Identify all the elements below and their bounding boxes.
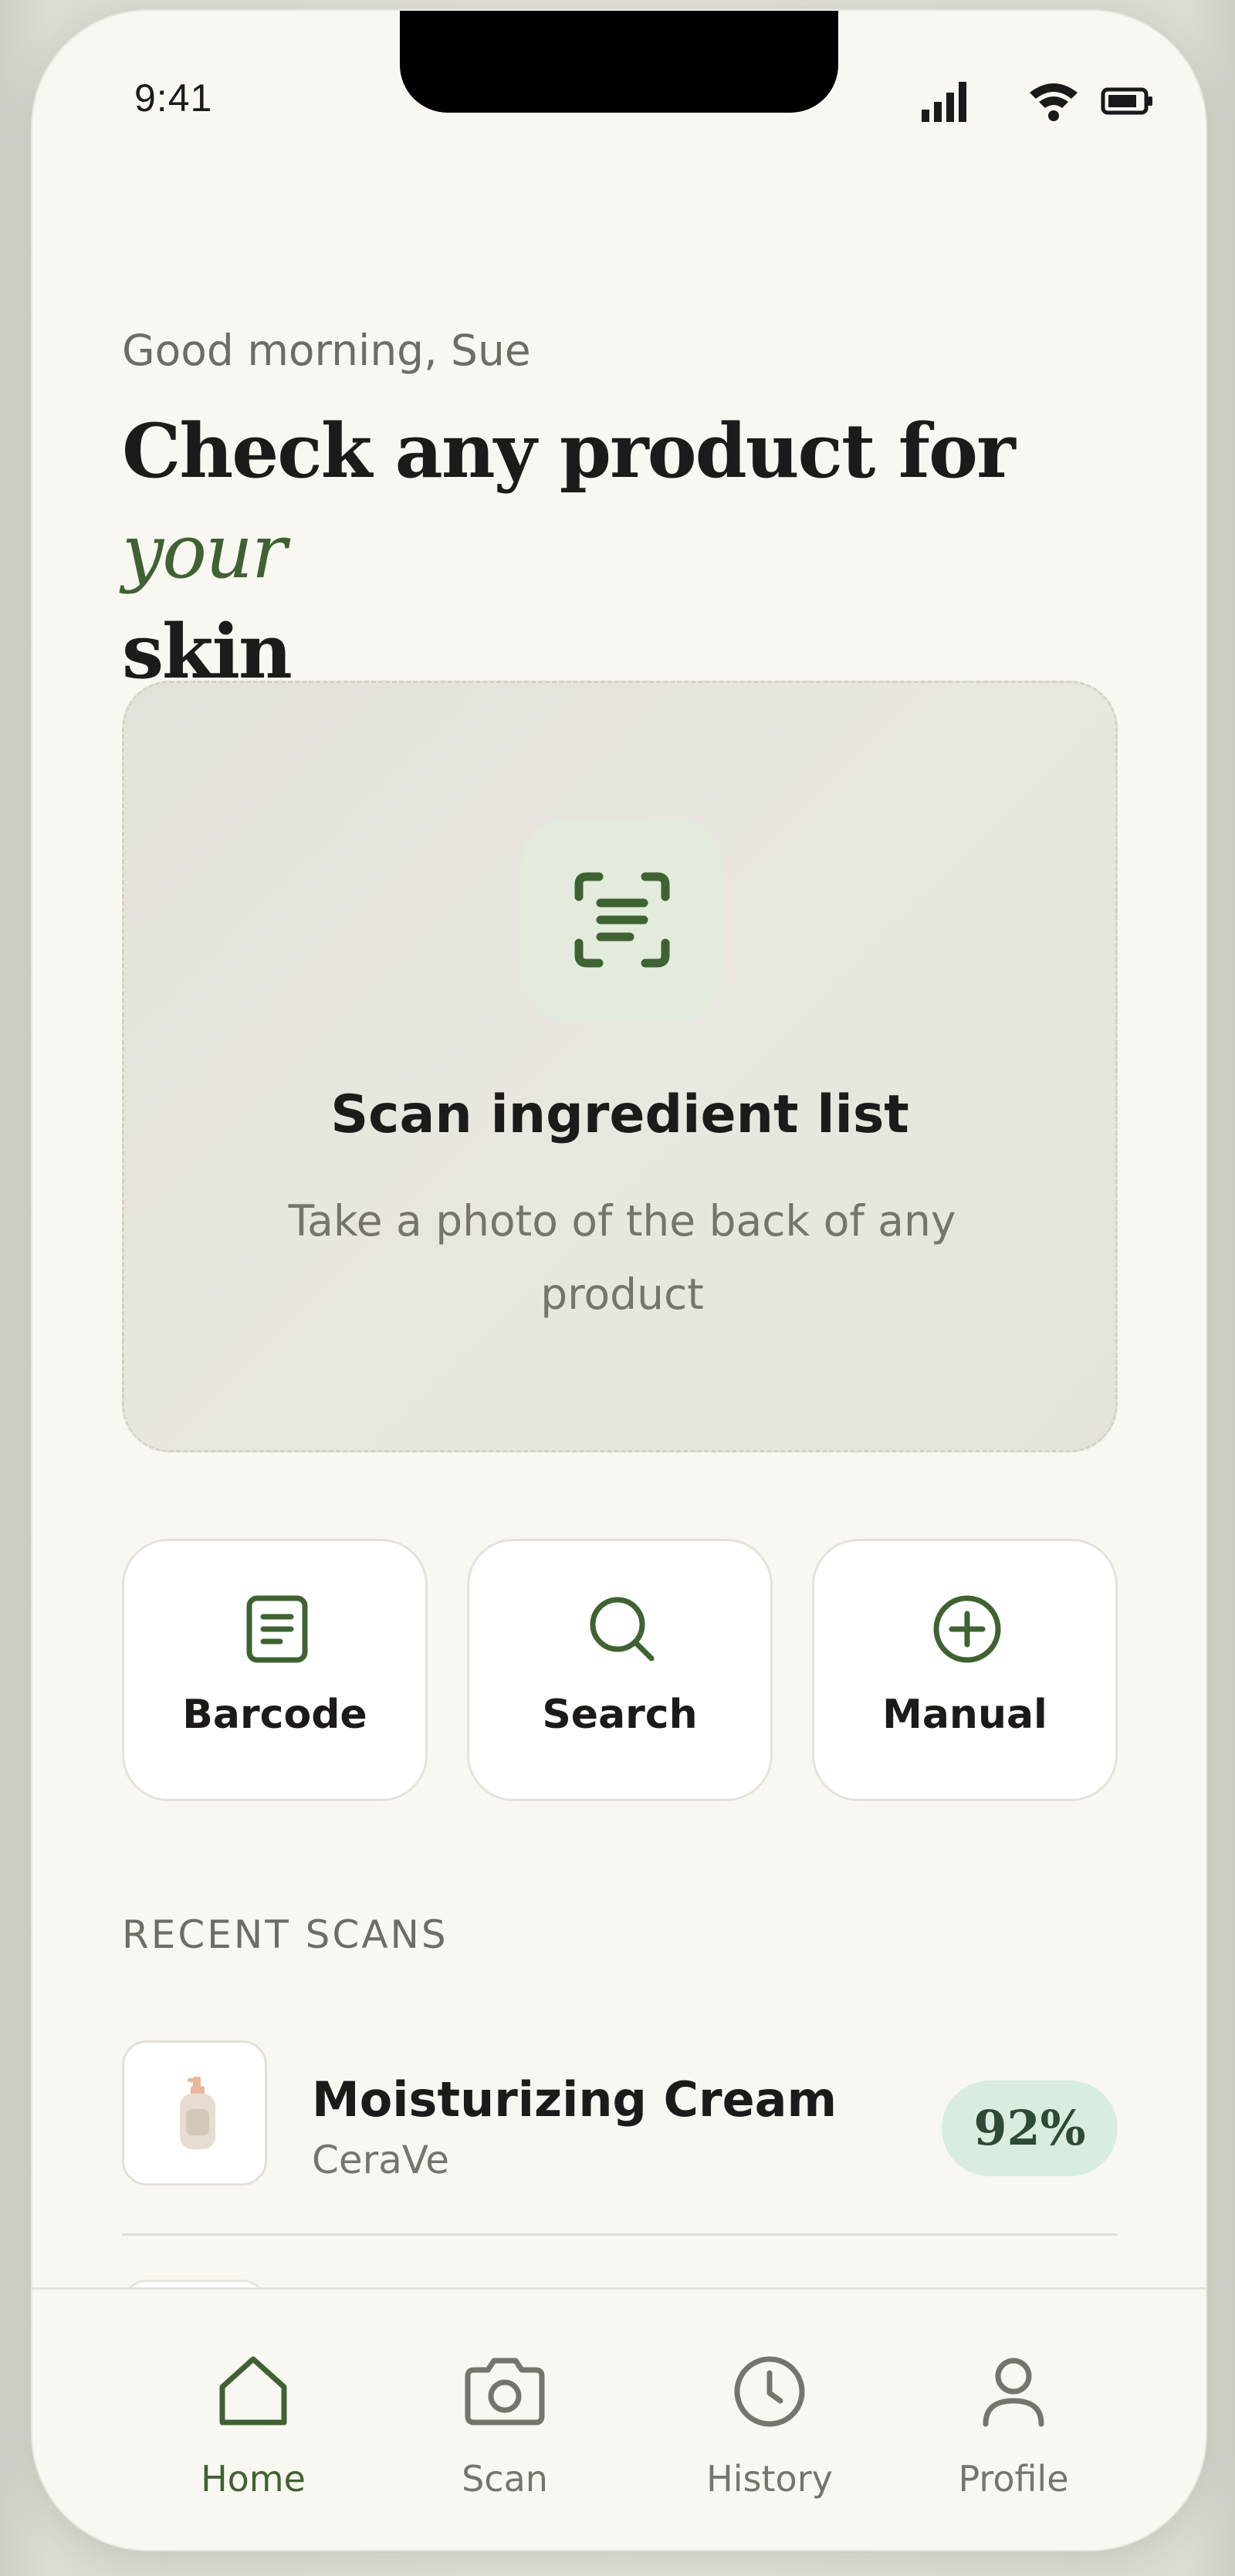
greeting-text: Good morning, Sue: [122, 326, 531, 375]
list-divider: [122, 2233, 1118, 2236]
headline-start: Check any product for: [122, 407, 1016, 495]
barcode-document-icon: [246, 1595, 308, 1663]
scan-card-title: Scan ingredient list: [330, 1084, 909, 1145]
product-name: Moisturizing Cream: [312, 2071, 837, 2128]
clock-icon: [734, 2356, 805, 2427]
manual-button[interactable]: Manual: [812, 1539, 1118, 1801]
headline-accent: your: [122, 509, 287, 595]
search-button-label: Search: [542, 1692, 698, 1738]
scan-ingredient-card[interactable]: Scan ingredient list Take a photo of the…: [122, 681, 1118, 1452]
scan-icon-container: [521, 819, 723, 1021]
camera-icon: [465, 2358, 545, 2426]
signal-icon: [920, 77, 974, 127]
tab-scan-label: Scan: [462, 2458, 548, 2500]
score-badge: 92%: [942, 2081, 1118, 2176]
user-icon: [983, 2358, 1044, 2427]
product-thumbnail: [122, 2040, 267, 2186]
bottom-tab-bar: Home Scan History Profile: [32, 2287, 1206, 2550]
tab-profile[interactable]: Profile: [898, 2290, 1129, 2521]
scan-text-icon: [574, 872, 670, 968]
product-brand: CeraVe: [312, 2138, 449, 2182]
status-time: 9:41: [134, 76, 213, 120]
barcode-button[interactable]: Barcode: [122, 1539, 428, 1801]
plus-circle-icon: [933, 1595, 1001, 1663]
scan-card-subtitle: Take a photo of the back of any product: [288, 1196, 956, 1319]
search-button[interactable]: Search: [467, 1539, 773, 1801]
tab-home-label: Home: [201, 2458, 306, 2500]
battery-icon: [1101, 77, 1155, 127]
search-icon: [590, 1597, 655, 1662]
manual-button-label: Manual: [882, 1692, 1047, 1738]
home-icon: [219, 2356, 287, 2426]
tab-history[interactable]: History: [654, 2290, 885, 2521]
wifi-icon: [1027, 77, 1081, 127]
tab-home[interactable]: Home: [137, 2290, 369, 2521]
tab-profile-label: Profile: [958, 2458, 1069, 2500]
pump-bottle-icon: [180, 2077, 215, 2149]
tab-scan[interactable]: Scan: [389, 2290, 621, 2521]
recent-scans-heading: RECENT SCANS: [122, 1912, 448, 1957]
tab-history-label: History: [706, 2458, 833, 2500]
phone-frame: 9:41 Good morning, Sue Check any product…: [32, 11, 1206, 2550]
page-title: Check any product for your skin: [122, 401, 1156, 702]
phone-notch: [400, 11, 838, 113]
barcode-button-label: Barcode: [182, 1692, 367, 1738]
